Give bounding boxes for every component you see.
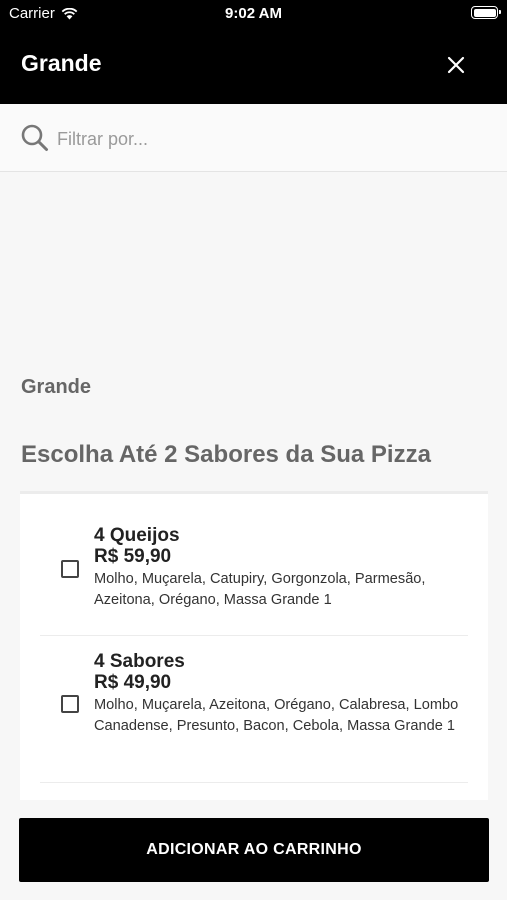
search-input[interactable] <box>57 124 477 154</box>
section-title: Escolha Até 2 Sabores da Sua Pizza <box>21 441 431 468</box>
search-bar <box>0 104 507 172</box>
flavor-price: R$ 59,90 <box>94 546 172 567</box>
status-time: 9:02 AM <box>225 5 282 22</box>
close-button[interactable] <box>445 54 467 76</box>
add-to-cart-button[interactable]: ADICIONAR AO CARRINHO <box>19 818 489 882</box>
list-item[interactable]: 4 Sabores R$ 49,90 Molho, Muçarela, Azei… <box>40 636 468 783</box>
close-icon <box>447 56 465 74</box>
flavor-price: R$ 49,90 <box>94 672 172 693</box>
battery-icon <box>471 6 501 19</box>
flavor-checkbox[interactable] <box>61 560 79 578</box>
flavor-list[interactable]: 4 Queijos R$ 59,90 Molho, Muçarela, Catu… <box>20 491 488 800</box>
flavor-name: 4 Sabores <box>94 651 185 672</box>
flavor-description: Molho, Muçarela, Azeitona, Orégano, Cala… <box>94 697 459 734</box>
status-bar: Carrier 9:02 AM <box>0 0 507 28</box>
flavor-checkbox[interactable] <box>61 695 79 713</box>
search-icon <box>21 124 48 151</box>
list-item[interactable]: 4 Queijos R$ 59,90 Molho, Muçarela, Catu… <box>40 494 468 636</box>
flavor-name: 4 Queijos <box>94 525 180 546</box>
nav-bar: Grande <box>0 28 507 104</box>
page-title: Grande <box>21 50 102 76</box>
flavor-description: Molho, Muçarela, Catupiry, Gorgonzola, P… <box>94 571 426 608</box>
size-label: Grande <box>21 376 92 398</box>
